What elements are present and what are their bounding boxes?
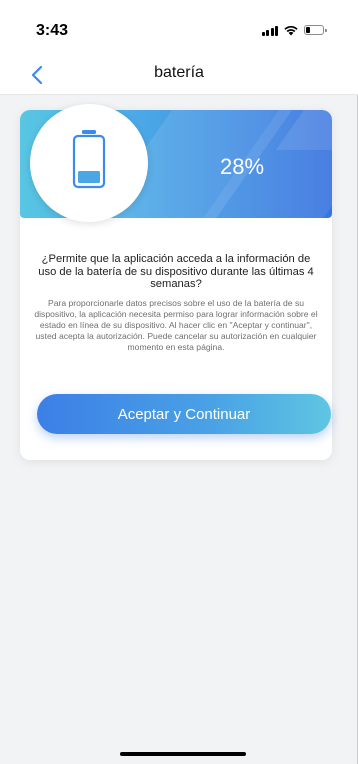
status-icons bbox=[261, 24, 327, 36]
status-time: 3:43 bbox=[36, 22, 69, 39]
battery-status-icon bbox=[304, 25, 327, 35]
battery-icon-circle bbox=[30, 104, 148, 222]
wifi-icon bbox=[284, 25, 298, 36]
battery-permission-card: 28% ¿Permite que la aplicación acceda a … bbox=[20, 104, 332, 460]
signal-icon bbox=[261, 25, 278, 36]
home-indicator[interactable] bbox=[120, 752, 246, 756]
nav-bar: batería bbox=[0, 56, 358, 95]
battery-percent: 28% bbox=[220, 154, 265, 179]
permission-description: Para proporcionarle datos precisos sobre… bbox=[34, 298, 318, 352]
status-bar: 3:43 bbox=[0, 0, 358, 56]
permission-question: ¿Permite que la aplicación acceda a la i… bbox=[38, 253, 314, 290]
accept-continue-button[interactable]: Aceptar y Continuar bbox=[37, 394, 331, 434]
battery-icon bbox=[72, 130, 106, 189]
page-title: batería bbox=[154, 64, 204, 81]
